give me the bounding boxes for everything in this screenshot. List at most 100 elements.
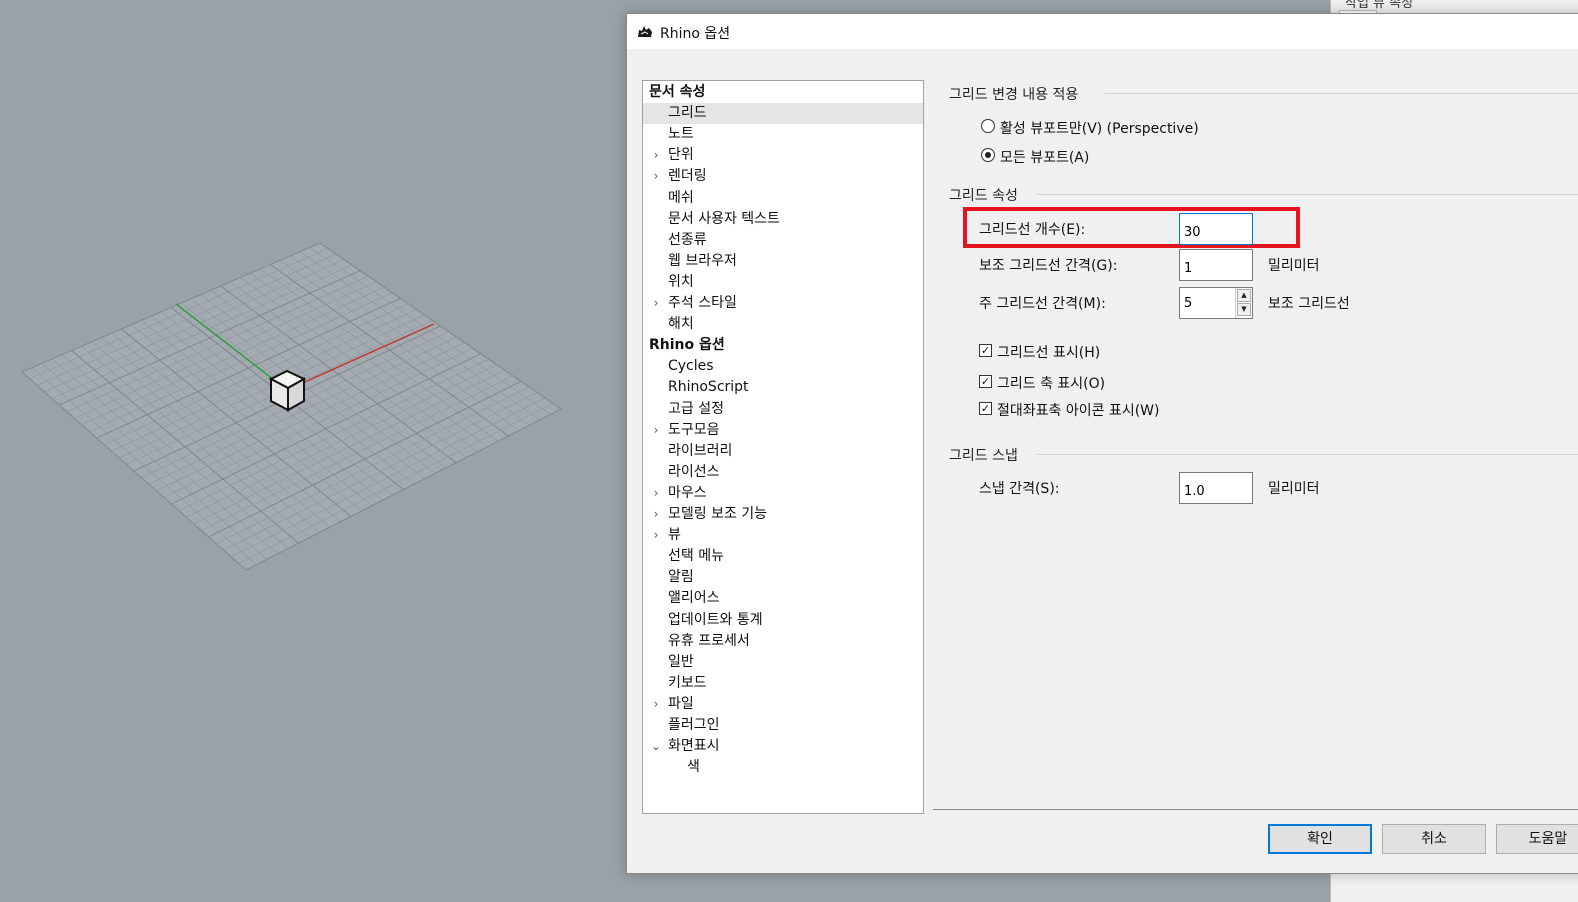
options-tree[interactable]: 문서 속성그리드 노트 › 단위 › 렌더링 메쉬 문서 사용자 텍스트선종류웹 브라우저 위치…: [642, 80, 924, 814]
major-grid-spacing-stepper[interactable]: ▲ ▼: [1179, 287, 1253, 319]
chevron-down-icon[interactable]: ⌄: [651, 736, 661, 757]
tree-item[interactable]: 고급 설정: [643, 399, 923, 420]
show-grid-lines-label[interactable]: 그리드선 표시(H): [997, 342, 1100, 362]
spin-up-icon[interactable]: ▲: [1237, 289, 1251, 302]
all-viewports-label[interactable]: 모든 뷰포트(A): [1000, 147, 1089, 167]
tree-item[interactable]: › 도구모음: [643, 420, 923, 441]
tree-item[interactable]: 업데이트와 통계: [643, 610, 923, 631]
tree-item[interactable]: 일반: [643, 652, 923, 673]
grid-lines-count-input[interactable]: [1179, 213, 1253, 245]
tree-item-label: 모델링 보조 기능: [668, 506, 768, 522]
snap-spacing-unit: 밀리미터: [1268, 481, 1320, 497]
chevron-right-icon[interactable]: ›: [651, 145, 661, 166]
tree-item[interactable]: 위치: [643, 272, 923, 293]
tree-item[interactable]: 라이선스: [643, 462, 923, 483]
cube-object[interactable]: [268, 369, 307, 412]
show-world-axes-icon-checkbox[interactable]: ✓: [979, 402, 992, 415]
dialog-titlebar[interactable]: Rhino 옵션: [627, 14, 1578, 49]
cancel-button[interactable]: 취소: [1382, 824, 1486, 854]
minor-grid-spacing-unit: 밀리미터: [1268, 258, 1320, 274]
grid-lines-count-label: 그리드선 개수(E):: [979, 222, 1086, 238]
tree-item-label: 앨리어스: [668, 590, 720, 607]
tree-item-label: RhinoScript: [668, 379, 749, 396]
tree-item-label: 알림: [668, 569, 694, 586]
tree-item[interactable]: 문서 속성: [643, 82, 923, 103]
active-viewport-label[interactable]: 활성 뷰포트만(V) (Perspective): [1000, 118, 1199, 138]
chevron-right-icon[interactable]: ›: [651, 293, 661, 314]
tree-item[interactable]: 앨리어스: [643, 588, 923, 609]
tree-item[interactable]: 라이브러리: [643, 441, 923, 462]
tree-item[interactable]: › 뷰: [643, 525, 923, 546]
grid-snap-divider: [1037, 454, 1578, 455]
tree-item-label: 업데이트와 통계: [668, 611, 763, 628]
tree-item-label: 위치: [668, 273, 694, 290]
tree-item-label: 라이선스: [668, 463, 720, 480]
chevron-right-icon[interactable]: ›: [651, 420, 661, 441]
tree-item[interactable]: 선택 메뉴: [643, 546, 923, 567]
tree-item-label: 문서 속성: [649, 84, 706, 100]
show-world-axes-icon-label[interactable]: 절대좌표축 아이콘 표시(W): [997, 400, 1159, 420]
tree-item-label: 고급 설정: [668, 400, 724, 417]
tree-item[interactable]: RhinoScript: [643, 377, 923, 398]
tree-item[interactable]: › 주석 스타일: [643, 293, 923, 314]
tree-item[interactable]: ⌄ 화면표시: [643, 736, 923, 757]
tree-item-label: 단위: [668, 147, 694, 164]
apply-changes-divider: [1105, 93, 1578, 94]
tree-item[interactable]: › 마우스: [643, 483, 923, 504]
active-viewport-radio[interactable]: [981, 119, 995, 133]
tree-item-label: 뷰: [668, 527, 681, 544]
tree-item[interactable]: Cycles: [643, 356, 923, 377]
snap-spacing-label: 스냅 간격(S):: [979, 481, 1060, 497]
chevron-right-icon[interactable]: ›: [651, 166, 661, 187]
tree-item[interactable]: 키보드: [643, 673, 923, 694]
tree-item[interactable]: › 모델링 보조 기능: [643, 504, 923, 525]
tree-item[interactable]: › 파일: [643, 694, 923, 715]
tree-item[interactable]: Rhino 옵션: [643, 335, 923, 356]
apply-changes-section-title: 그리드 변경 내용 적용: [949, 87, 1079, 103]
tree-item[interactable]: 문서 사용자 텍스트: [643, 209, 923, 230]
show-grid-lines-checkbox[interactable]: ✓: [979, 344, 992, 357]
tree-item-label: 라이브러리: [668, 442, 733, 459]
grid-snap-section-title: 그리드 스냅: [949, 448, 1018, 464]
tree-item-label: 마우스: [668, 484, 707, 501]
grid-properties-divider: [1037, 194, 1578, 195]
show-grid-axes-checkbox[interactable]: ✓: [979, 375, 992, 388]
tree-item-label: 노트: [668, 126, 694, 143]
tree-item[interactable]: 웹 브라우저: [643, 251, 923, 272]
tree-item[interactable]: 메쉬: [643, 188, 923, 209]
tree-item[interactable]: 그리드: [643, 103, 923, 125]
tree-item-label: 해치: [668, 316, 694, 333]
snap-spacing-input[interactable]: [1179, 472, 1253, 504]
tree-item[interactable]: › 렌더링: [643, 166, 923, 187]
tree-item[interactable]: 알림: [643, 567, 923, 588]
chevron-right-icon[interactable]: ›: [651, 504, 661, 525]
tree-item[interactable]: › 단위: [643, 145, 923, 166]
help-button[interactable]: 도움말: [1496, 824, 1578, 854]
tree-item[interactable]: 유휴 프로세서: [643, 631, 923, 652]
all-viewports-radio[interactable]: [981, 148, 995, 162]
tree-item[interactable]: 색: [643, 757, 923, 778]
tree-item[interactable]: 선종류: [643, 230, 923, 251]
rhino-options-dialog: Rhino 옵션 문서 속성그리드 노트 › 단위 › 렌더링 메쉬 문서 사용자 텍스트선종…: [626, 13, 1578, 874]
dialog-footer-divider: [933, 809, 1578, 810]
tree-item-label: 선종류: [668, 231, 707, 248]
tree-item[interactable]: 해치: [643, 314, 923, 335]
tree-item-label: 문서 사용자 텍스트: [668, 210, 780, 227]
tree-item-label: 주석 스타일: [668, 295, 737, 311]
show-grid-axes-label[interactable]: 그리드 축 표시(O): [997, 373, 1105, 393]
spin-down-icon[interactable]: ▼: [1237, 303, 1251, 316]
spin-buttons: ▲ ▼: [1235, 288, 1252, 318]
tree-item[interactable]: 노트: [643, 124, 923, 145]
chevron-right-icon[interactable]: ›: [651, 694, 661, 715]
tree-item[interactable]: 플러그인: [643, 715, 923, 736]
minor-grid-spacing-label: 보조 그리드선 간격(G):: [979, 258, 1118, 274]
tree-item-label: 화면표시: [668, 738, 720, 755]
tree-item-label: Cycles: [668, 358, 714, 375]
minor-grid-spacing-input[interactable]: [1179, 249, 1253, 281]
chevron-right-icon[interactable]: ›: [651, 525, 661, 546]
ok-button[interactable]: 확인: [1268, 824, 1372, 854]
tree-item-label: 일반: [668, 653, 694, 670]
grid-properties-section-title: 그리드 속성: [949, 188, 1018, 204]
dialog-title: Rhino 옵션: [660, 26, 731, 42]
chevron-right-icon[interactable]: ›: [651, 483, 661, 504]
